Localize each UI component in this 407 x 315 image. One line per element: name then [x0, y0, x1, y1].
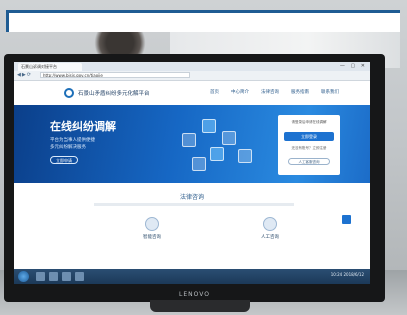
court-logo-icon — [64, 88, 74, 98]
folder-icon[interactable] — [49, 272, 58, 281]
banner-title: 在线纠纷调解 — [50, 120, 116, 133]
taskbar-clock: 10:24 2018/6/12 — [330, 272, 364, 277]
screen: 石景山诉调对接平台 — ▢ ✕ ◀▶⟳ http://www.bjsjs.gov… — [14, 62, 370, 284]
media-icon[interactable] — [62, 272, 71, 281]
service-button[interactable]: 人工客服咨询 — [288, 158, 330, 165]
url-field[interactable]: http://www.bjsjs.gov.cn/tiaojie — [40, 72, 190, 78]
service-label: 人工咨询 — [261, 235, 279, 240]
browser-titlebar: 石景山诉调对接平台 — ▢ ✕ — [14, 62, 370, 71]
chat-icon — [222, 131, 236, 145]
banner-apply-button[interactable]: 立即申请 — [50, 156, 78, 164]
legal-consult-section: 法律咨询 智能咨询 人工咨询 — [14, 183, 370, 269]
section-description — [94, 203, 294, 206]
nav-item-guide[interactable]: 服务指南 — [291, 89, 309, 95]
site-nav: 首页 中心简介 法律咨询 服务指南 联系我们 — [210, 89, 339, 95]
site-title: 石景山矛盾纠纷多元化解平台 — [78, 91, 150, 97]
banner-illustration — [172, 113, 268, 175]
screen-icon — [202, 119, 216, 133]
browser-icon[interactable] — [75, 272, 84, 281]
person-tile-icon — [210, 147, 224, 161]
login-header: 请登录后申请在线调解 — [291, 120, 327, 124]
back-forward-icon[interactable]: ◀▶⟳ — [17, 72, 32, 78]
folder-icon — [192, 157, 206, 171]
robot-icon — [145, 217, 159, 231]
doc-icon — [182, 133, 196, 147]
start-icon[interactable] — [18, 271, 29, 282]
login-button[interactable]: 立即登录 — [284, 132, 334, 141]
person-icon — [263, 217, 277, 231]
nav-item-home[interactable]: 首页 — [210, 89, 219, 95]
scale-icon — [238, 149, 252, 163]
banner-subtitle-2: 多元纠纷解决服务 — [50, 145, 86, 150]
monitor-brand: LENOVO — [179, 291, 210, 298]
register-link[interactable]: 还没有账号？立即注册 — [282, 146, 336, 151]
side-float-icon[interactable] — [342, 215, 351, 224]
ie-icon[interactable] — [36, 272, 45, 281]
taskbar: 10:24 2018/6/12 — [14, 269, 370, 284]
header-bracket — [6, 10, 400, 32]
nav-item-intro[interactable]: 中心简介 — [231, 89, 249, 95]
taskbar-apps — [36, 272, 84, 281]
login-panel: 请登录后申请在线调解 立即登录 还没有账号？立即注册 人工客服咨询 — [278, 115, 340, 175]
monitor-stand — [150, 300, 250, 312]
service-smart[interactable]: 智能咨询 — [132, 217, 172, 240]
nav-item-contact[interactable]: 联系我们 — [321, 89, 339, 95]
service-label: 智能咨询 — [143, 235, 161, 240]
site-header: 石景山矛盾纠纷多元化解平台 首页 中心简介 法律咨询 服务指南 联系我们 — [14, 81, 370, 105]
browser-tab[interactable]: 石景山诉调对接平台 — [18, 63, 82, 71]
section-title: 法律咨询 — [179, 194, 204, 201]
service-human[interactable]: 人工咨询 — [250, 217, 290, 240]
address-bar-row: ◀▶⟳ http://www.bjsjs.gov.cn/tiaojie — [14, 71, 370, 81]
window-controls-icon[interactable]: — ▢ ✕ — [340, 63, 367, 69]
banner-subtitle-1: 平台为当事人提供便捷 — [50, 138, 95, 143]
nav-item-legal[interactable]: 法律咨询 — [261, 89, 279, 95]
hero-banner: 在线纠纷调解 平台为当事人提供便捷 多元纠纷解决服务 立即申请 请登录后申请在线… — [14, 105, 370, 183]
